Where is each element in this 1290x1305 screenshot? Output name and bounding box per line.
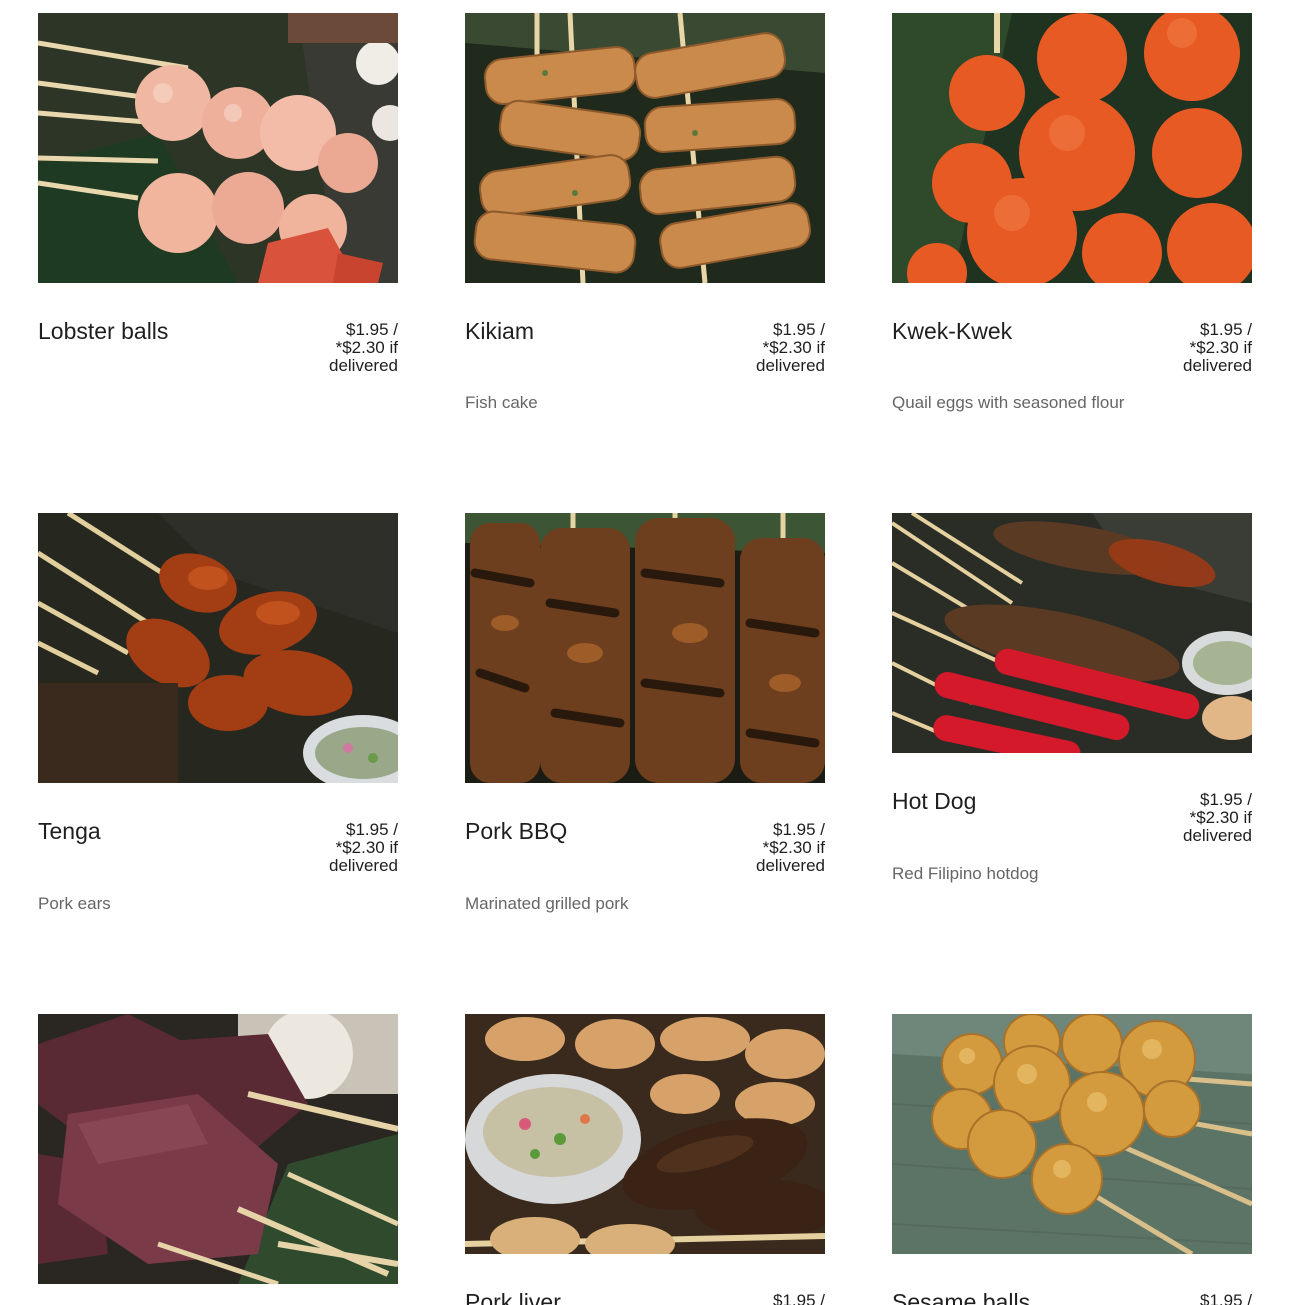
- menu-item-blood-cake[interactable]: [38, 1014, 398, 1305]
- price-line: delivered: [1183, 826, 1252, 845]
- menu-item-lobster-balls[interactable]: Lobster balls $1.95 / *$2.30 if delivere…: [38, 13, 398, 433]
- price-line: $1.95 /: [773, 1291, 825, 1305]
- menu-item-hot-dog[interactable]: Hot Dog $1.95 / *$2.30 if delivered Red …: [892, 513, 1252, 933]
- pork-bbq-photo[interactable]: [465, 513, 825, 783]
- menu-item-pork-liver[interactable]: Pork liver $1.95 /: [465, 1014, 825, 1305]
- item-description: Pork ears: [38, 894, 111, 913]
- price-line: *$2.30 if: [1189, 338, 1252, 357]
- item-price: $1.95 / *$2.30 if delivered: [1142, 791, 1252, 845]
- price-line: delivered: [329, 356, 398, 375]
- item-description: Quail eggs with seasoned flour: [892, 393, 1125, 412]
- menu-item-tenga[interactable]: Tenga $1.95 / *$2.30 if delivered Pork e…: [38, 513, 398, 933]
- menu-item-kikiam[interactable]: Kikiam $1.95 / *$2.30 if delivered Fish …: [465, 13, 825, 433]
- price-line: *$2.30 if: [762, 838, 825, 857]
- sesame-balls-photo[interactable]: [892, 1014, 1252, 1254]
- price-line: delivered: [1183, 356, 1252, 375]
- item-price: $1.95 / *$2.30 if delivered: [288, 321, 398, 375]
- kwek-kwek-photo[interactable]: [892, 13, 1252, 283]
- lobster-balls-photo[interactable]: [38, 13, 398, 283]
- item-name[interactable]: Pork liver: [465, 1287, 561, 1305]
- pork-liver-photo[interactable]: [465, 1014, 825, 1254]
- item-description: Fish cake: [465, 393, 538, 412]
- price-line: delivered: [329, 856, 398, 875]
- item-description: Red Filipino hotdog: [892, 864, 1039, 883]
- price-line: *$2.30 if: [762, 338, 825, 357]
- price-line: $1.95 /: [1200, 320, 1252, 339]
- item-price: $1.95 / *$2.30 if delivered: [715, 821, 825, 875]
- price-line: *$2.30 if: [1189, 808, 1252, 827]
- menu-item-kwek-kwek[interactable]: Kwek-Kwek $1.95 / *$2.30 if delivered Qu…: [892, 13, 1252, 433]
- item-name[interactable]: Kwek-Kwek: [892, 316, 1012, 346]
- item-name[interactable]: Kikiam: [465, 316, 534, 346]
- kikiam-photo[interactable]: [465, 13, 825, 283]
- item-name[interactable]: Sesame balls: [892, 1287, 1030, 1305]
- price-line: *$2.30 if: [335, 838, 398, 857]
- tenga-photo[interactable]: [38, 513, 398, 783]
- price-line: $1.95 /: [346, 820, 398, 839]
- price-line: $1.95 /: [346, 320, 398, 339]
- item-name[interactable]: Hot Dog: [892, 786, 976, 816]
- item-description: Marinated grilled pork: [465, 894, 629, 913]
- item-price: $1.95 / *$2.30 if delivered: [715, 321, 825, 375]
- item-price: $1.95 / *$2.30 if delivered: [288, 821, 398, 875]
- item-name[interactable]: Pork BBQ: [465, 816, 567, 846]
- price-line: $1.95 /: [1200, 1291, 1252, 1305]
- item-name[interactable]: Lobster balls: [38, 316, 168, 346]
- price-line: $1.95 /: [1200, 790, 1252, 809]
- hot-dog-photo[interactable]: [892, 513, 1252, 753]
- item-name[interactable]: Tenga: [38, 816, 101, 846]
- item-price: $1.95 /: [1142, 1292, 1252, 1305]
- menu-item-pork-bbq[interactable]: Pork BBQ $1.95 / *$2.30 if delivered Mar…: [465, 513, 825, 933]
- price-line: $1.95 /: [773, 320, 825, 339]
- item-price: $1.95 /: [715, 1292, 825, 1305]
- blood-cake-photo[interactable]: [38, 1014, 398, 1284]
- item-price: $1.95 / *$2.30 if delivered: [1142, 321, 1252, 375]
- price-line: delivered: [756, 356, 825, 375]
- price-line: *$2.30 if: [335, 338, 398, 357]
- menu-item-sesame-balls[interactable]: Sesame balls $1.95 /: [892, 1014, 1252, 1305]
- price-line: delivered: [756, 856, 825, 875]
- price-line: $1.95 /: [773, 820, 825, 839]
